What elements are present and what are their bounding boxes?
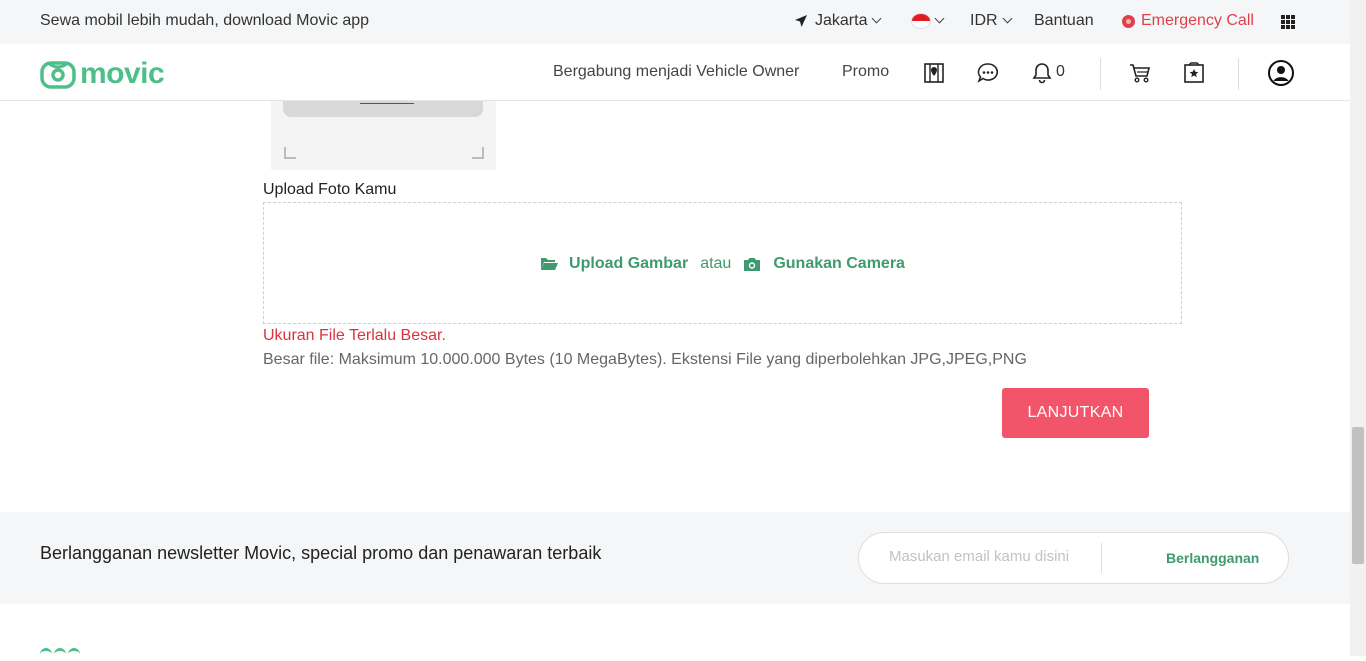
bookmark-star-icon (1184, 62, 1204, 83)
map-pin-icon (924, 63, 944, 83)
chevron-down-icon (872, 13, 882, 24)
indonesia-flag-icon (912, 14, 930, 28)
preview-divider (360, 103, 414, 104)
chat-button[interactable] (977, 62, 999, 89)
language-selector[interactable] (912, 13, 945, 28)
newsletter-section: Berlangganan newsletter Movic, special p… (0, 512, 1350, 604)
apps-menu-button[interactable] (1281, 15, 1295, 29)
emergency-label: Emergency Call (1141, 12, 1254, 29)
upload-image-label: Upload Gambar (569, 255, 689, 272)
nav-divider (1238, 58, 1239, 90)
camera-icon (744, 257, 761, 271)
newsletter-email-input[interactable] (889, 548, 1089, 565)
photo-preview-frame (271, 101, 496, 170)
file-requirements-hint: Besar file: Maksimum 10.000.000 Bytes (1… (263, 351, 1027, 368)
map-button[interactable] (923, 62, 945, 89)
newsletter-form: Berlangganan (858, 532, 1289, 584)
chevron-down-icon (1002, 13, 1013, 24)
top-bar: Sewa mobil lebih mudah, download Movic a… (0, 0, 1350, 44)
folder-open-icon (541, 258, 559, 270)
grid-icon (1281, 15, 1295, 29)
wishlist-button[interactable] (1183, 62, 1205, 89)
chevron-down-icon (934, 13, 945, 24)
upload-photo-label: Upload Foto Kamu (263, 181, 397, 198)
main-navigation: movic Bergabung menjadi Vehicle Owner Pr… (0, 44, 1350, 101)
newsletter-divider (1101, 543, 1102, 573)
notification-button[interactable] (1031, 62, 1053, 89)
subscribe-button[interactable]: Berlangganan (1166, 550, 1259, 566)
frame-corner (472, 147, 484, 159)
upload-dropzone[interactable]: Upload Gambar atau Gunakan Camera (263, 202, 1182, 324)
city-label: Jakarta (815, 12, 868, 29)
help-link[interactable]: Bantuan (1034, 12, 1094, 30)
notification-count: 0 (1056, 63, 1065, 80)
continue-button[interactable]: LANJUTKAN (1002, 388, 1149, 438)
profile-button[interactable] (1268, 60, 1294, 91)
dropzone-actions: Upload Gambar atau Gunakan Camera (264, 255, 1181, 273)
page-scrollbar[interactable] (1350, 0, 1366, 656)
user-avatar-icon (1268, 60, 1294, 86)
app-download-promo[interactable]: Sewa mobil lebih mudah, download Movic a… (40, 12, 369, 30)
logo-wordmark: movic (80, 57, 165, 90)
cart-button[interactable] (1129, 62, 1151, 89)
promo-link[interactable]: Promo (842, 63, 889, 81)
movic-logo-icon (40, 61, 76, 89)
cart-icon (1130, 64, 1151, 83)
location-arrow-icon (795, 15, 807, 27)
emergency-icon (1122, 14, 1135, 28)
city-selector[interactable]: Jakarta (794, 12, 882, 30)
scrollbar-thumb[interactable] (1352, 427, 1364, 564)
frame-corner (284, 147, 296, 159)
upload-image-button[interactable]: Upload Gambar (540, 255, 688, 273)
currency-selector[interactable]: IDR (970, 12, 1013, 30)
nav-divider (1100, 58, 1101, 90)
movic-logo[interactable]: movic (40, 57, 165, 91)
bell-icon (1032, 63, 1052, 84)
newsletter-text: Berlangganan newsletter Movic, special p… (40, 543, 602, 563)
use-camera-button[interactable]: Gunakan Camera (743, 255, 905, 273)
chat-bubble-icon (977, 63, 999, 83)
use-camera-label: Gunakan Camera (773, 255, 905, 272)
vehicle-owner-link[interactable]: Bergabung menjadi Vehicle Owner (553, 63, 799, 81)
or-text: atau (700, 255, 732, 272)
emergency-call-link[interactable]: Emergency Call (1122, 12, 1254, 30)
footer-logo (40, 648, 82, 661)
currency-label: IDR (970, 12, 998, 29)
file-size-error: Ukuran File Terlalu Besar. (263, 327, 446, 344)
